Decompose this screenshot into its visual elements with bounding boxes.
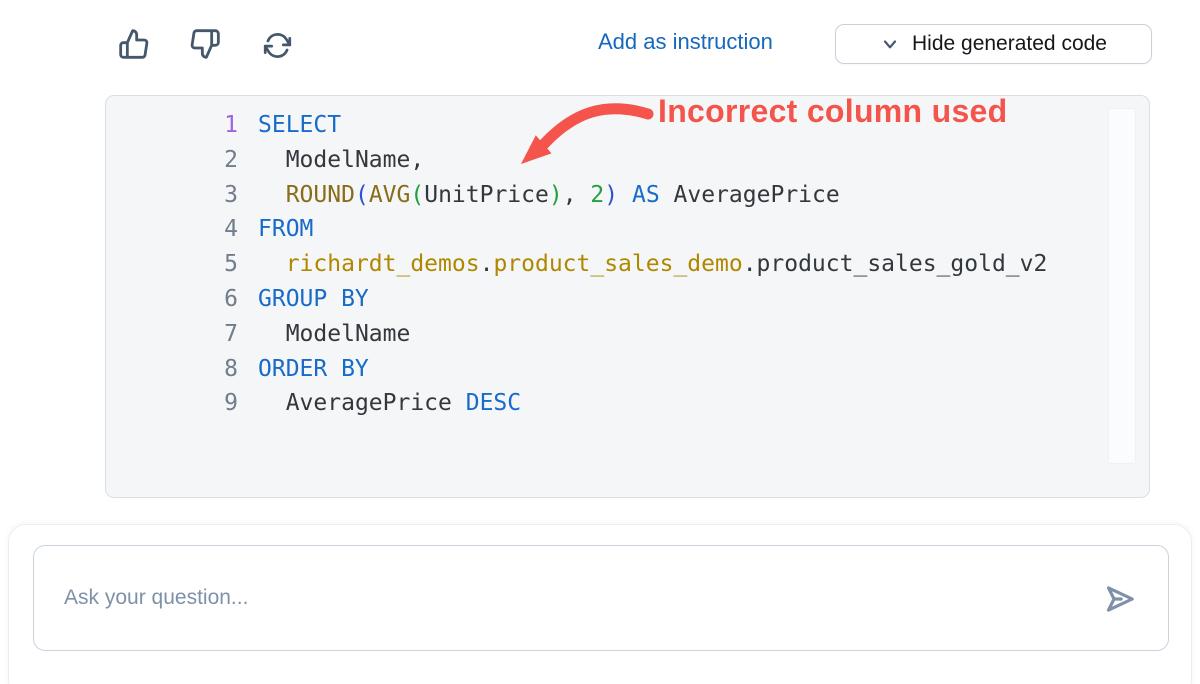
send-button[interactable] xyxy=(1097,578,1139,620)
line-number: 5 xyxy=(106,247,246,282)
line-number: 6 xyxy=(106,282,246,317)
thumbs-down-button[interactable] xyxy=(187,26,223,62)
line-number: 4 xyxy=(106,212,246,247)
code-text: AveragePrice DESC xyxy=(258,386,521,421)
line-number: 7 xyxy=(106,317,246,352)
line-number: 9 xyxy=(106,386,246,421)
code-line: 3 ROUND(AVG(UnitPrice), 2) AS AveragePri… xyxy=(106,178,1096,213)
code-line: 5 richardt_demos.product_sales_demo.prod… xyxy=(106,247,1096,282)
line-number: 3 xyxy=(106,178,246,213)
generated-code-block: 1SELECT2 ModelName,3 ROUND(AVG(UnitPrice… xyxy=(105,95,1150,498)
annotation-label: Incorrect column used xyxy=(658,93,1008,130)
code-scrollbar[interactable] xyxy=(1108,108,1136,464)
line-number: 8 xyxy=(106,352,246,387)
code-text: SELECT xyxy=(258,108,341,143)
send-icon xyxy=(1099,580,1137,618)
chevron-down-icon xyxy=(880,34,900,54)
code-text: ORDER BY xyxy=(258,352,369,387)
code-line: 9 AveragePrice DESC xyxy=(106,386,1096,421)
thumbs-up-button[interactable] xyxy=(116,26,152,62)
code-line: 6 GROUP BY xyxy=(106,282,1096,317)
hide-generated-code-button[interactable]: Hide generated code xyxy=(835,24,1152,64)
line-number: 1 xyxy=(106,108,246,143)
code-line: 7 ModelName xyxy=(106,317,1096,352)
thumbs-down-icon xyxy=(189,28,221,60)
ask-question-input[interactable] xyxy=(33,545,1169,651)
refresh-button[interactable] xyxy=(259,27,295,63)
code-line: 2 ModelName, xyxy=(106,143,1096,178)
code-line: 4 FROM xyxy=(106,212,1096,247)
code-text: FROM xyxy=(258,212,313,247)
code-text: GROUP BY xyxy=(258,282,369,317)
assistant-panel: Add as instruction Hide generated code 1… xyxy=(0,0,1200,684)
code-text: ModelName xyxy=(258,317,410,352)
code-lines[interactable]: 1SELECT2 ModelName,3 ROUND(AVG(UnitPrice… xyxy=(106,108,1096,421)
code-text: ModelName, xyxy=(258,143,424,178)
line-number: 2 xyxy=(106,143,246,178)
refresh-icon xyxy=(262,30,293,61)
hide-generated-code-label: Hide generated code xyxy=(912,32,1107,56)
code-text: richardt_demos.product_sales_demo.produc… xyxy=(258,247,1047,282)
code-text: ROUND(AVG(UnitPrice), 2) AS AveragePrice xyxy=(258,178,840,213)
add-as-instruction-link[interactable]: Add as instruction xyxy=(598,29,773,55)
ask-panel xyxy=(8,524,1192,684)
thumbs-up-icon xyxy=(118,28,150,60)
code-line: 8 ORDER BY xyxy=(106,352,1096,387)
